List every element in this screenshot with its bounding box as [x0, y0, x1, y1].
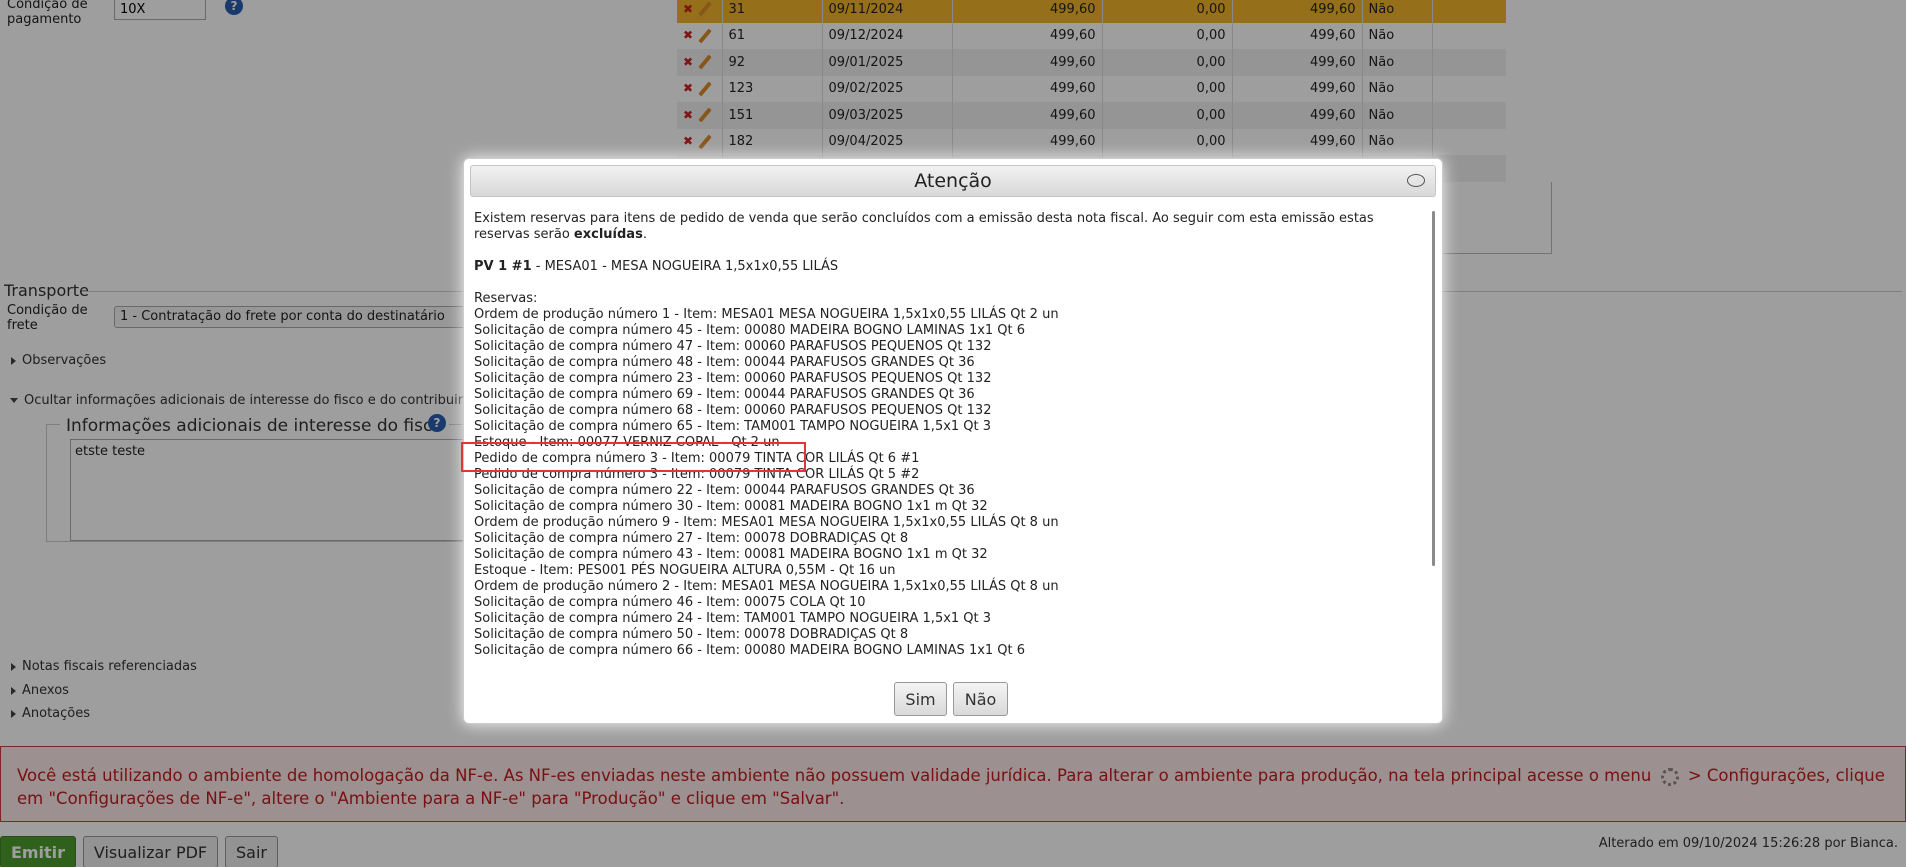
reservation-item: Ordem de produção número 9 - Item: MESA0… — [474, 515, 1059, 530]
pv-bold: PV 1 #1 — [474, 259, 532, 274]
reservation-item: Solicitação de compra número 45 - Item: … — [474, 323, 1026, 338]
reservation-item: Solicitação de compra número 23 - Item: … — [474, 371, 992, 386]
reservation-item: Solicitação de compra número 30 - Item: … — [474, 499, 988, 514]
yes-button[interactable]: Sim — [894, 682, 947, 716]
reservation-item: Ordem de produção número 1 - Item: MESA0… — [474, 307, 1059, 322]
pv-line: PV 1 #1 - MESA01 - MESA NOGUEIRA 1,5x1x0… — [474, 259, 1424, 275]
reservation-item: Solicitação de compra número 65 - Item: … — [474, 419, 992, 434]
reservation-item: Solicitação de compra número 68 - Item: … — [474, 403, 992, 418]
dialog-header: Atenção — [470, 165, 1436, 197]
intro-bold: excluídas — [573, 227, 643, 242]
reservation-item: Solicitação de compra número 27 - Item: … — [474, 531, 909, 546]
reservation-item: Solicitação de compra número 22 - Item: … — [474, 483, 975, 498]
reservation-item: Solicitação de compra número 48 - Item: … — [474, 355, 975, 370]
reservation-item: Solicitação de compra número 43 - Item: … — [474, 547, 988, 562]
reservation-item: Solicitação de compra número 24 - Item: … — [474, 611, 992, 626]
no-button[interactable]: Não — [953, 682, 1008, 716]
dialog-body[interactable]: Existem reservas para itens de pedido de… — [474, 211, 1424, 665]
reservation-item: Solicitação de compra número 47 - Item: … — [474, 339, 992, 354]
dialog-title: Atenção — [914, 170, 992, 192]
reservation-item: Solicitação de compra número 50 - Item: … — [474, 627, 909, 642]
annotation-highlight-box — [461, 442, 806, 472]
dialog-intro: Existem reservas para itens de pedido de… — [474, 211, 1424, 243]
attention-dialog: Atenção Existem reservas para itens de p… — [463, 158, 1443, 724]
reservations-list: Ordem de produção número 1 - Item: MESA0… — [474, 307, 1424, 659]
pv-rest: - MESA01 - MESA NOGUEIRA 1,5x1x0,55 LILÁ… — [531, 259, 839, 274]
chat-bubble-icon[interactable] — [1407, 174, 1425, 187]
intro-end: . — [642, 227, 647, 242]
reservation-item: Solicitação de compra número 69 - Item: … — [474, 387, 975, 402]
reservation-item: Ordem de produção número 2 - Item: MESA0… — [474, 579, 1059, 594]
reservation-item: Solicitação de compra número 46 - Item: … — [474, 595, 866, 610]
dialog-scrollbar[interactable] — [1432, 211, 1435, 566]
reservations-label: Reservas: — [474, 291, 538, 306]
reservation-item: Solicitação de compra número 66 - Item: … — [474, 643, 1026, 658]
reservation-item: Estoque - Item: PES001 PÉS NOGUEIRA ALTU… — [474, 563, 896, 578]
